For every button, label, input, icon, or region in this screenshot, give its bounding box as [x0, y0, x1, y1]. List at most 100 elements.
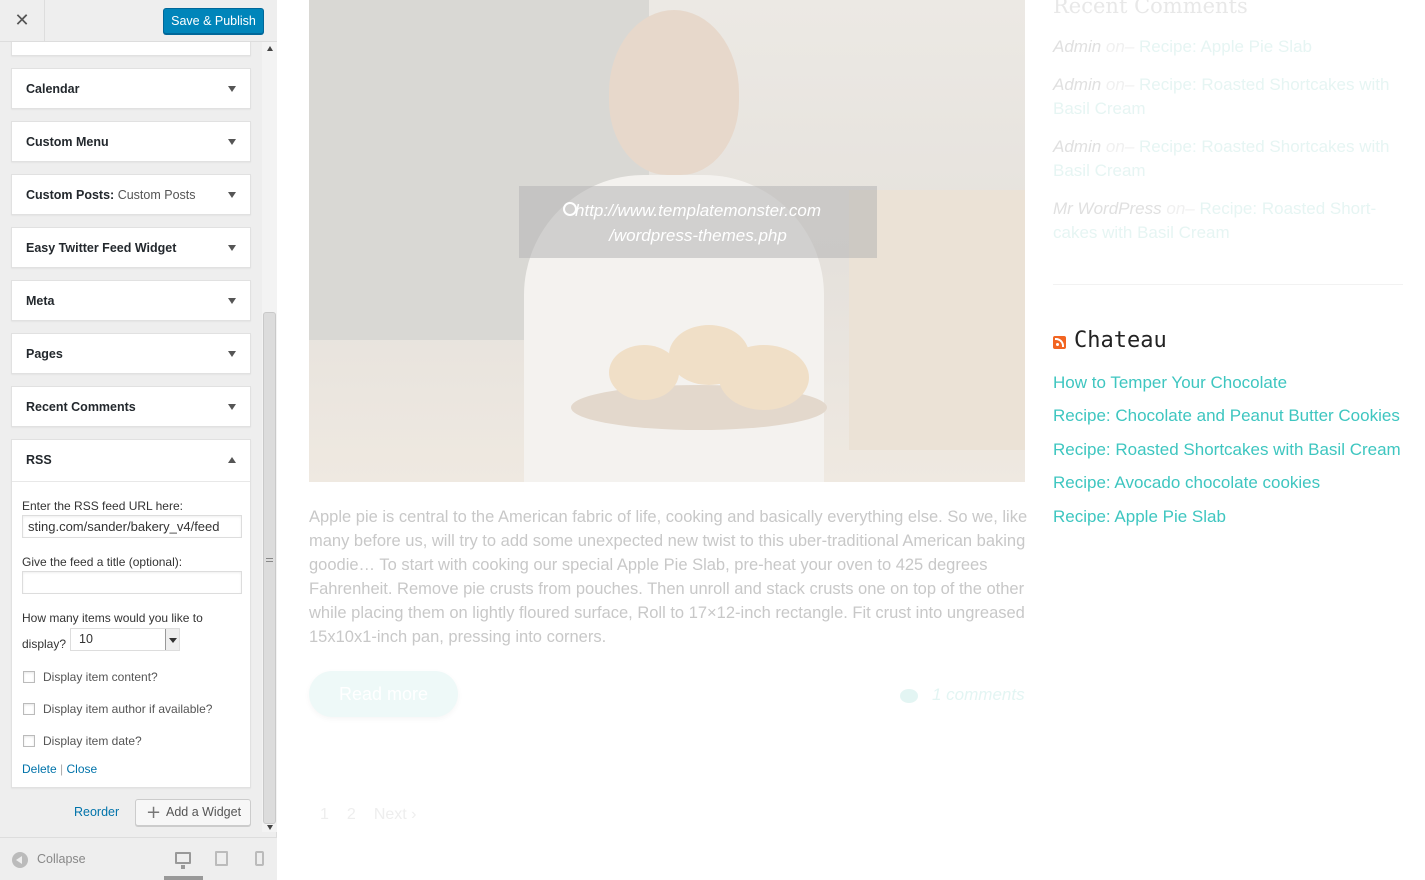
rss-icon[interactable] — [1053, 336, 1066, 349]
link-url-line-2: /wordpress-themes.php — [609, 226, 787, 245]
rss-feed-link[interactable]: How to Temper Your Chocolate — [1053, 373, 1287, 393]
comment-author: Admin — [1053, 137, 1102, 156]
customizer-header: ✕ Save & Publish — [0, 0, 277, 42]
widget-title: Pages — [26, 347, 63, 361]
widget-recent-comments[interactable]: Recent Comments — [11, 386, 251, 427]
widget-custom-menu[interactable]: Custom Menu — [11, 121, 251, 162]
baker-face — [609, 10, 739, 175]
desktop-preview-icon[interactable] — [175, 852, 191, 869]
customizer-sidebar: ✕ Save & Publish Calendar Custom Menu Cu… — [0, 0, 277, 880]
rss-feed-link[interactable]: Recipe: Chocolate and Peanut Butter Cook… — [1053, 406, 1400, 426]
comment-post-link[interactable]: Recipe: Roasted Shortcakes with Basil Cr… — [1053, 137, 1389, 180]
collapse-arrow-icon[interactable] — [228, 457, 236, 463]
expand-arrow-icon[interactable] — [228, 192, 236, 198]
feed-url-input[interactable]: sting.com/sander/bakery_v4/feed — [22, 515, 242, 538]
widget-custom-posts[interactable]: Custom Posts: Custom Posts — [11, 174, 251, 215]
save-publish-button[interactable]: Save & Publish — [163, 8, 264, 34]
widget-title[interactable]: RSS — [26, 440, 52, 480]
post-excerpt: Apple pie is central to the American fab… — [309, 508, 1028, 646]
comment-author: Admin — [1053, 37, 1102, 56]
comment-on: on– — [1105, 75, 1135, 94]
reorder-link[interactable]: Reorder — [74, 805, 119, 819]
widget-pages[interactable]: Pages — [11, 333, 251, 374]
close-customizer-button[interactable]: ✕ — [0, 0, 45, 42]
comment-author: Admin — [1053, 75, 1102, 94]
expand-arrow-icon[interactable] — [228, 404, 236, 410]
widget-title: Calendar — [26, 82, 80, 96]
widget-title: Easy Twitter Feed Widget — [26, 241, 177, 255]
link-icon — [563, 202, 577, 216]
comment-post-link[interactable]: Recipe: Apple Pie Slab — [1139, 37, 1312, 56]
widget-title-sub: Custom Posts — [117, 188, 196, 202]
collapse-icon[interactable] — [12, 852, 28, 868]
rss-feed-link[interactable]: Recipe: Avocado chocolate cookies — [1053, 473, 1320, 493]
comments-label: 1 comments — [932, 685, 1025, 704]
comment-on: on– — [1105, 137, 1135, 156]
scroll-up-icon[interactable] — [267, 46, 273, 51]
post-featured-image: http://www.templatemonster.com /wordpres… — [309, 0, 1025, 482]
comment-on: on– — [1166, 199, 1195, 218]
expand-arrow-icon[interactable] — [228, 298, 236, 304]
close-link[interactable]: Close — [67, 762, 98, 776]
recent-comment-item: Admin on– Recipe: Roasted Shortcakes wit… — [1053, 73, 1398, 121]
feed-title-input[interactable] — [22, 571, 242, 594]
chevron-down-icon[interactable] — [165, 629, 179, 650]
customizer-root: ✕ Save & Publish Calendar Custom Menu Cu… — [0, 0, 1425, 880]
site-preview: http://www.templatemonster.com /wordpres… — [278, 0, 1425, 880]
items-count-select[interactable]: 10 — [70, 628, 180, 651]
pagination: 1 2 Next › — [320, 806, 434, 824]
rss-widget-title[interactable]: Chateau — [1074, 328, 1167, 353]
items-count-label-2: display? — [22, 637, 67, 651]
plus-icon: + — [146, 802, 162, 823]
mobile-preview-icon[interactable] — [255, 851, 264, 866]
delete-link[interactable]: Delete — [22, 762, 57, 776]
actions-divider: | — [60, 762, 64, 776]
recent-comment-item: Mr WordPress on– Recipe: Roasted Short-c… — [1053, 197, 1398, 245]
display-author-label: Display item author if available? — [43, 702, 213, 716]
display-content-checkbox[interactable] — [23, 671, 35, 683]
expand-arrow-icon[interactable] — [228, 245, 236, 251]
tablet-preview-icon[interactable] — [215, 851, 228, 866]
feed-url-label: Enter the RSS feed URL here: — [22, 499, 183, 513]
items-count-label: How many items would you like to — [22, 611, 203, 625]
expand-arrow-icon[interactable] — [228, 86, 236, 92]
widget-list: Calendar Custom Menu Custom Posts: Custo… — [0, 42, 262, 830]
next-page-link[interactable]: Next › — [374, 806, 417, 823]
widget-title-main: Custom Posts: — [26, 188, 115, 202]
widget-rss: RSS Enter the RSS feed URL here: sting.c… — [11, 439, 251, 788]
page-2-link[interactable]: 2 — [347, 806, 356, 823]
read-more-button[interactable]: Read more — [309, 671, 458, 717]
display-date-checkbox[interactable] — [23, 735, 35, 747]
widget-calendar[interactable]: Calendar — [11, 68, 251, 109]
items-count-value: 10 — [79, 632, 93, 646]
widget-easy-twitter-feed[interactable]: Easy Twitter Feed Widget — [11, 227, 251, 268]
customizer-footer: Collapse — [0, 837, 277, 880]
scroll-down-icon[interactable] — [267, 825, 273, 830]
rss-feed-link[interactable]: Recipe: Roasted Shortcakes with Basil Cr… — [1053, 440, 1401, 460]
display-content-label: Display item content? — [43, 670, 158, 684]
add-widget-label: Add a Widget — [166, 805, 242, 819]
display-date-label: Display item date? — [43, 734, 142, 748]
recent-comment-item: Admin on– Recipe: Apple Pie Slab — [1053, 35, 1398, 59]
feed-title-label: Give the feed a title (optional): — [22, 555, 183, 569]
comment-bubble-icon — [900, 688, 918, 703]
widget-title: Meta — [26, 294, 55, 308]
collapse-label[interactable]: Collapse — [37, 852, 86, 866]
comments-link[interactable]: 1 comments — [900, 685, 1025, 705]
sidebar-scrollbar[interactable] — [262, 42, 277, 832]
scrollbar-thumb[interactable] — [263, 312, 276, 824]
widget-actions: Delete | Close — [22, 762, 97, 776]
widget-meta[interactable]: Meta — [11, 280, 251, 321]
grip-icon — [266, 558, 273, 562]
widget-title: Recent Comments — [26, 400, 136, 414]
recent-comment-item: Admin on– Recipe: Roasted Shortcakes wit… — [1053, 135, 1398, 183]
expand-arrow-icon[interactable] — [228, 139, 236, 145]
page-1-link[interactable]: 1 — [320, 806, 329, 823]
comment-post-link[interactable]: Recipe: Roasted Shortcakes with Basil Cr… — [1053, 75, 1389, 118]
rss-feed-link[interactable]: Recipe: Apple Pie Slab — [1053, 507, 1226, 527]
expand-arrow-icon[interactable] — [228, 351, 236, 357]
post-format-link[interactable]: http://www.templatemonster.com /wordpres… — [519, 186, 877, 258]
widget-partial[interactable] — [11, 42, 251, 56]
add-widget-button[interactable]: + Add a Widget — [135, 799, 251, 826]
display-author-checkbox[interactable] — [23, 703, 35, 715]
